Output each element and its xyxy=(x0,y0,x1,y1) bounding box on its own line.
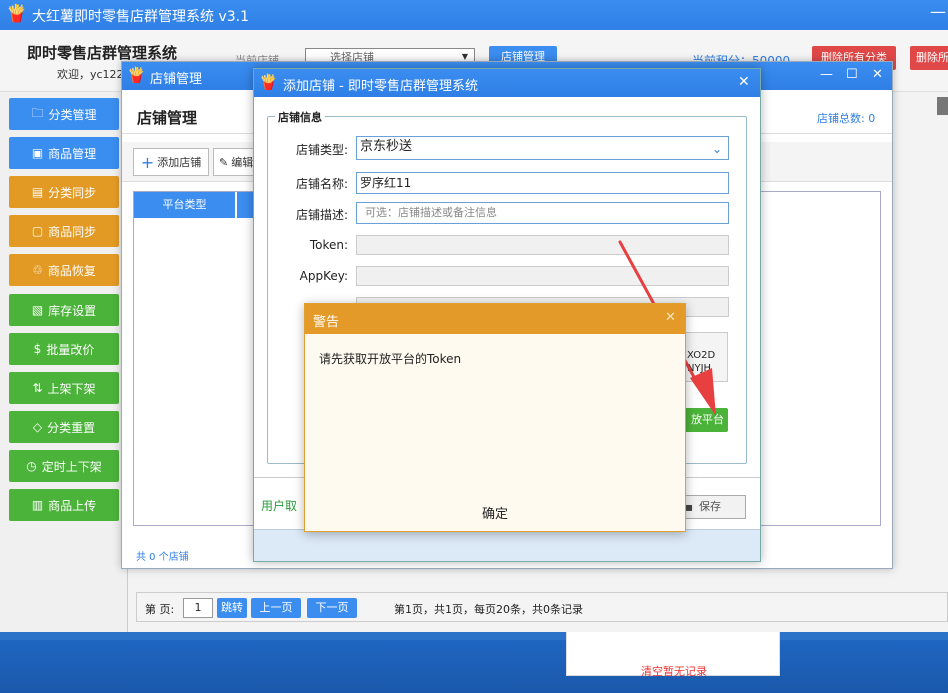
jump-button[interactable]: 跳转 xyxy=(217,598,247,618)
welcome-text: 欢迎，yc122 xyxy=(57,68,124,81)
tag-icon: ◇ xyxy=(32,420,43,434)
edit-store-label: 编辑 xyxy=(231,156,254,169)
folder-icon: 🗀 xyxy=(31,105,44,120)
sidebar-item-category-sync[interactable]: ▤ 分类同步 xyxy=(9,176,119,208)
clipboard-icon: ▤ xyxy=(31,185,44,199)
warning-title: 警告 xyxy=(313,315,340,330)
sidebar: 🗀 分类管理 ▣ 商品管理 ▤ 分类同步 ▢ 商品同步 ♲ 商品恢复 ▧ 库存设… xyxy=(0,92,128,632)
token-label: Token: xyxy=(309,238,348,252)
column-header-platform[interactable]: 平台类型 xyxy=(134,192,236,218)
add-store-button[interactable]: + 添加店铺 xyxy=(133,148,209,176)
delete-all-button-2[interactable]: 删除所 xyxy=(910,46,948,70)
store-desc-input[interactable]: 可选：店铺描述或备注信息 xyxy=(356,202,729,224)
warning-message: 请先获取开放平台的Token xyxy=(319,352,462,366)
pager: 第 页: 1 跳转 上一页 下一页 第1页，共1页，每页20条，共0条记录 xyxy=(136,592,948,622)
sidebar-item-category-reset[interactable]: ◇ 分类重置 xyxy=(9,411,119,443)
pager-info: 第1页，共1页，每页20条，共0条记录 xyxy=(394,603,583,616)
sidebar-item-batch-price[interactable]: $ 批量改价 xyxy=(9,333,119,365)
prev-page-button[interactable]: 上一页 xyxy=(251,598,301,618)
sidebar-item-product-sync[interactable]: ▢ 商品同步 xyxy=(9,215,119,247)
sidebar-item-label: 商品上传 xyxy=(48,498,97,513)
app-title: 即时零售店群管理系统 xyxy=(27,44,178,62)
sidebar-item-label: 商品管理 xyxy=(48,146,97,161)
box-icon: ▣ xyxy=(31,146,44,160)
sidebar-item-label: 库存设置 xyxy=(48,303,97,318)
pencil-icon: ✎ xyxy=(219,155,229,169)
sidebar-item-label: 定时上下架 xyxy=(41,459,102,474)
store-count: 共 0 个店铺 xyxy=(136,552,189,563)
sidebar-item-shelf[interactable]: ⇅ 上架下架 xyxy=(9,372,119,404)
add-store-label: 添加店铺 xyxy=(157,156,202,169)
sidebar-item-label: 商品恢复 xyxy=(47,263,96,278)
scrollbar-stub[interactable] xyxy=(937,97,948,115)
background-window-text: 清空暂无记录 xyxy=(641,665,707,678)
sidebar-item-label: 批量改价 xyxy=(46,342,95,357)
updown-icon: ⇅ xyxy=(32,381,43,395)
store-window-title: 店铺管理 xyxy=(150,72,203,87)
warning-titlebar: 警告 ✕ xyxy=(305,304,685,334)
store-heading: 店铺管理 xyxy=(137,109,198,127)
sidebar-item-product-upload[interactable]: ▥ 商品上传 xyxy=(9,489,119,521)
price-icon: $ xyxy=(33,342,42,356)
group-legend: 店铺信息 xyxy=(275,109,325,125)
sidebar-item-label: 商品同步 xyxy=(48,224,97,239)
fries-logo-icon: 🍟 xyxy=(259,73,278,91)
background-window: 清空暂无记录 xyxy=(566,630,780,678)
sidebar-item-product-restore[interactable]: ♲ 商品恢复 xyxy=(9,254,119,286)
maximize-button[interactable]: ☐ xyxy=(846,67,858,82)
square-icon: ▢ xyxy=(31,224,44,238)
minimize-button[interactable]: — xyxy=(930,2,946,21)
chevron-down-icon: ⌄ xyxy=(711,142,722,156)
warning-dialog: 警告 ✕ 请先获取开放平台的Token 确定 xyxy=(304,303,686,532)
chart-icon: ▥ xyxy=(31,498,44,512)
sidebar-item-product-manage[interactable]: ▣ 商品管理 xyxy=(9,137,119,169)
store-type-label: 店铺类型: xyxy=(295,143,348,157)
store-name-label: 店铺名称: xyxy=(295,177,348,191)
recycle-icon: ♲ xyxy=(32,263,43,277)
main-titlebar: 🍟 大红薯即时零售店群管理系统 v3.1 — xyxy=(0,0,948,30)
sidebar-item-inventory[interactable]: ▧ 库存设置 xyxy=(9,294,119,326)
sidebar-item-label: 分类管理 xyxy=(48,107,97,122)
fries-logo-icon: 🍟 xyxy=(127,66,146,84)
store-type-select[interactable]: 京东秒送 ⌄ xyxy=(356,136,729,160)
save-icon: ▪ xyxy=(685,500,694,514)
close-icon[interactable]: ✕ xyxy=(665,310,676,325)
close-button[interactable]: ✕ xyxy=(738,74,750,90)
plus-icon: + xyxy=(140,152,155,172)
sidebar-item-label: 分类同步 xyxy=(48,185,97,200)
store-name-input[interactable]: 罗序红11 xyxy=(356,172,729,194)
store-total: 店铺总数: 0 xyxy=(817,112,876,125)
sidebar-item-label: 上架下架 xyxy=(47,381,96,396)
add-store-titlebar: 🍟 添加店铺 - 即时零售店群管理系统 ✕ xyxy=(254,69,760,97)
next-page-button[interactable]: 下一页 xyxy=(307,598,357,618)
store-desc-label: 店铺描述: xyxy=(295,208,348,222)
inventory-icon: ▧ xyxy=(31,303,44,317)
page-input[interactable]: 1 xyxy=(183,598,213,618)
chevron-down-icon: ▼ xyxy=(461,52,468,61)
sidebar-item-category-manage[interactable]: 🗀 分类管理 xyxy=(9,98,119,130)
sidebar-item-label: 分类重置 xyxy=(47,420,96,435)
user-cancel-status: 用户取 xyxy=(261,499,298,513)
main-window-title: 大红薯即时零售店群管理系统 v3.1 xyxy=(32,9,249,25)
pager-label: 第 页: xyxy=(145,603,175,616)
fries-logo-icon: 🍟 xyxy=(6,4,28,24)
add-store-title: 添加店铺 - 即时零售店群管理系统 xyxy=(283,79,478,94)
clock-icon: ◷ xyxy=(26,459,37,473)
dialog-bottom-band xyxy=(254,529,760,561)
save-label: 保存 xyxy=(699,500,721,513)
close-button[interactable]: ✕ xyxy=(872,67,883,82)
ok-button[interactable]: 确定 xyxy=(465,503,525,522)
sidebar-item-timed-shelf[interactable]: ◷ 定时上下架 xyxy=(9,450,119,482)
store-type-value: 京东秒送 xyxy=(360,139,413,154)
minimize-button[interactable]: — xyxy=(820,67,833,82)
desktop-taskbar-area xyxy=(0,640,948,693)
save-button[interactable]: ▪ 保存 xyxy=(682,495,746,519)
appkey-label: AppKey: xyxy=(299,269,348,283)
